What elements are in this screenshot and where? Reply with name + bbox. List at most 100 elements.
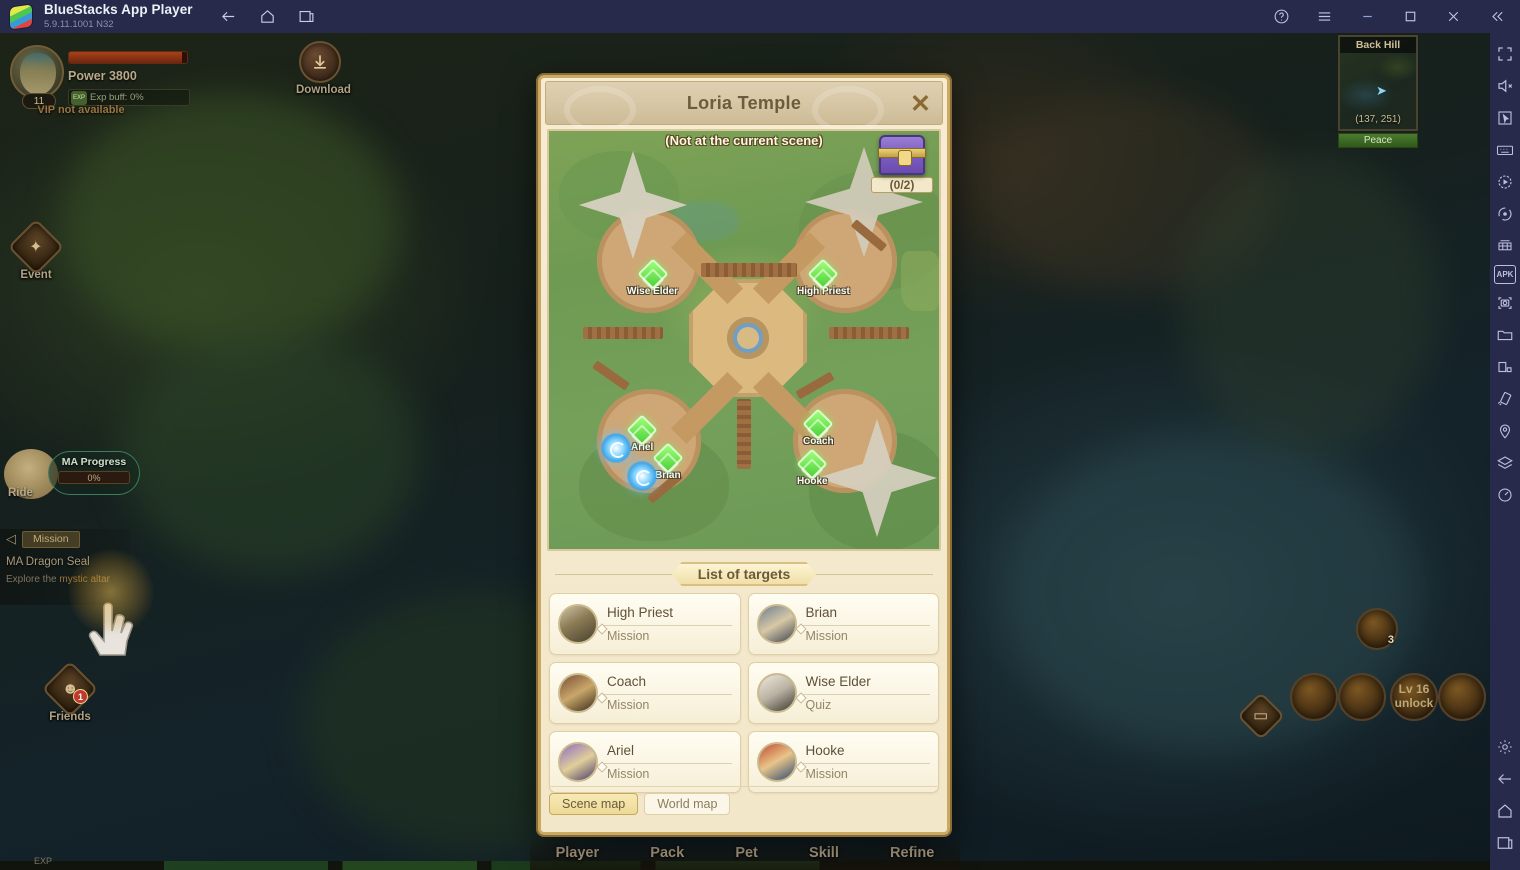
exp-icon: EXP	[71, 90, 87, 105]
nav-pet[interactable]: Pet	[735, 845, 758, 861]
android-recents-icon[interactable]	[1492, 830, 1518, 856]
download-button[interactable]: Download	[296, 41, 351, 96]
map-bridge	[737, 399, 751, 469]
ride-widget[interactable]: Ride MA Progress 0%	[4, 445, 144, 503]
target-card-ariel[interactable]: Ariel Mission	[549, 731, 741, 793]
home-icon[interactable]	[258, 7, 277, 26]
maximize-icon[interactable]	[1401, 7, 1420, 26]
app-title: BlueStacks App Player	[44, 2, 193, 18]
location-icon[interactable]	[1492, 418, 1518, 444]
menu-icon[interactable]	[1315, 7, 1334, 26]
map-marker-hooke[interactable]: Hooke	[796, 448, 828, 487]
android-home-icon[interactable]	[1492, 798, 1518, 824]
recents-icon[interactable]	[297, 7, 316, 26]
map-bridge	[701, 263, 797, 277]
download-label: Download	[296, 84, 351, 96]
map-marker-brian[interactable]: Brian	[652, 442, 684, 481]
nav-skill[interactable]: Skill	[809, 845, 839, 861]
target-name: Ariel	[607, 743, 635, 759]
quest-diamond-icon	[796, 448, 828, 480]
target-info: High Priest Mission	[603, 605, 732, 643]
friends-button[interactable]: ☻ 1 Friends	[41, 660, 99, 723]
shake-icon[interactable]	[1492, 386, 1518, 412]
nav-pack[interactable]: Pack	[650, 845, 684, 861]
map-decor	[592, 360, 630, 391]
layers-icon[interactable]	[1492, 450, 1518, 476]
mute-icon[interactable]	[1492, 73, 1518, 99]
mission-desc-prefix: Explore the	[6, 574, 60, 585]
map-marker-ariel[interactable]: Ariel	[626, 414, 658, 453]
sync-icon[interactable]	[1492, 201, 1518, 227]
dialog-close-button[interactable]: ✕	[905, 88, 936, 119]
mission-tab[interactable]: Mission	[22, 530, 80, 548]
map-marker-wise-elder[interactable]: Wise Elder	[627, 258, 678, 297]
loria-temple-dialog: Loria Temple ✕ (Not at the current scene…	[538, 75, 950, 835]
divider-right	[805, 574, 933, 575]
skill-quick-slot[interactable]: 3	[1356, 608, 1398, 650]
avatar	[558, 742, 598, 782]
health-bar	[68, 51, 188, 64]
minimap-coordinates: (137, 251)	[1355, 114, 1401, 125]
vip-status[interactable]: VIP not available	[26, 104, 136, 117]
attack-button[interactable]	[1438, 673, 1486, 721]
minimize-icon[interactable]	[1358, 7, 1377, 26]
macro-icon[interactable]	[1492, 169, 1518, 195]
scene-map[interactable]: (Not at the current scene) (0/2) Wise El…	[547, 129, 941, 551]
target-info: Brian Mission	[801, 605, 930, 643]
media-folder-icon[interactable]	[1492, 322, 1518, 348]
titlebar-nav-group	[219, 7, 316, 26]
skill-locked-slot[interactable]: Lv 16 unlock	[1390, 673, 1438, 721]
tap-hand-cursor	[68, 549, 154, 665]
target-card-high-priest[interactable]: High Priest Mission	[549, 593, 741, 655]
portal-icon[interactable]	[601, 433, 631, 463]
target-card-coach[interactable]: Coach Mission	[549, 662, 741, 724]
scenery-blob	[1180, 153, 1440, 453]
nav-refine[interactable]: Refine	[890, 845, 934, 861]
collapse-sidebar-icon[interactable]	[1487, 7, 1506, 26]
treasure-chest-icon	[878, 135, 926, 175]
targets-grid: High Priest Mission Brian Mission Coach	[549, 593, 939, 793]
map-marker-coach[interactable]: Coach	[802, 408, 834, 447]
event-button[interactable]: ✦ Event	[7, 218, 65, 281]
dialog-header: Loria Temple ✕	[545, 81, 943, 134]
avatar[interactable]	[10, 45, 64, 99]
target-card-wise-elder[interactable]: Wise Elder Quiz	[747, 662, 939, 724]
divider	[801, 624, 930, 626]
target-card-brian[interactable]: Brian Mission	[747, 593, 939, 655]
target-card-hooke[interactable]: Hooke Mission	[747, 731, 939, 793]
avatar	[756, 673, 797, 713]
targets-header: List of targets	[551, 561, 937, 587]
screenshot-icon[interactable]	[1492, 290, 1518, 316]
game-viewport[interactable]: 11 Power 3800 EXP Exp buff: 0% VIP not a…	[0, 33, 1490, 870]
tab-world-map[interactable]: World map	[644, 793, 731, 815]
multi-instance-icon[interactable]	[1492, 233, 1518, 259]
install-apk-icon[interactable]: APK	[1494, 265, 1516, 284]
health-bar-fill	[69, 52, 183, 63]
ride-label: Ride	[8, 487, 33, 499]
skill-button-1[interactable]	[1290, 673, 1338, 721]
app-identity: BlueStacks App Player 5.9.11.1001 N32	[44, 3, 193, 29]
minimap-region-name: Back Hill	[1340, 37, 1416, 53]
fullscreen-icon[interactable]	[1492, 41, 1518, 67]
collapse-mission-icon[interactable]: ◁	[0, 529, 22, 549]
target-type: Mission	[607, 628, 650, 643]
settings-gear-icon[interactable]	[1492, 734, 1518, 760]
map-bridge	[829, 327, 909, 339]
back-icon[interactable]	[219, 7, 238, 26]
tab-scene-map[interactable]: Scene map	[549, 793, 639, 815]
treasure-chest[interactable]: (0/2)	[871, 135, 933, 193]
keymapping-icon[interactable]	[1492, 137, 1518, 163]
cursor-icon[interactable]	[1492, 105, 1518, 131]
skill-button-2[interactable]	[1338, 673, 1386, 721]
portal-icon[interactable]	[627, 461, 657, 491]
rotate-icon[interactable]	[1492, 354, 1518, 380]
nav-player[interactable]: Player	[556, 845, 600, 861]
map-marker-high-priest[interactable]: High Priest	[797, 258, 850, 297]
divider	[801, 693, 930, 695]
performance-icon[interactable]	[1492, 482, 1518, 508]
minimap[interactable]: Back Hill ➤ (137, 251) Peace	[1338, 35, 1418, 150]
help-icon[interactable]	[1272, 7, 1291, 26]
close-icon[interactable]	[1444, 7, 1463, 26]
ma-progress-panel: MA Progress 0%	[48, 451, 140, 495]
android-back-icon[interactable]	[1492, 766, 1518, 792]
